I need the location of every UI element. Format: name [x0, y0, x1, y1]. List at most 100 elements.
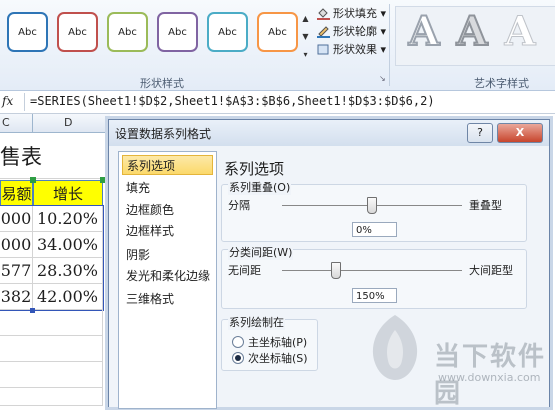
dropdown-arrow-icon: ▾	[380, 6, 387, 20]
table-cell[interactable]: 000	[0, 206, 33, 232]
nav-item-border-style[interactable]: 边框样式	[122, 221, 213, 241]
sheet-title-cell[interactable]: 售表	[0, 133, 108, 179]
column-header-row: C D	[0, 114, 110, 133]
table-cell[interactable]	[0, 388, 103, 406]
column-header-c[interactable]: C	[2, 116, 10, 129]
shape-effects-label: 形状效果	[333, 43, 377, 56]
dialog-launcher-icon[interactable]: ↘	[379, 74, 386, 83]
help-icon: ?	[477, 126, 483, 139]
dialog-title: 设置数据系列格式	[115, 127, 212, 141]
shape-style-4[interactable]: Abc	[157, 12, 198, 52]
primary-axis-label: 主坐标轴(P)	[248, 336, 308, 349]
close-button[interactable]: X	[497, 123, 543, 143]
nav-item-fill[interactable]: 填充	[122, 178, 213, 198]
gap-value-input[interactable]: 150%	[352, 288, 397, 303]
nav-item-label: 边框颜色	[126, 203, 175, 217]
shape-style-label: Abc	[118, 26, 137, 38]
nav-item-shadow[interactable]: 阴影	[122, 245, 213, 265]
pencil-icon	[317, 25, 330, 38]
ribbon: Abc Abc Abc Abc Abc Abc ▲ ▼ ▾ 形状填充 ▾ 形状轮…	[0, 0, 555, 91]
wordart-letter: A	[407, 8, 440, 55]
group-label-wordart-styles: 艺术字样式	[474, 77, 529, 90]
help-button[interactable]: ?	[467, 123, 493, 143]
formula-input[interactable]: =SERIES(Sheet1!$D$2,Sheet1!$A$3:$B$6,She…	[30, 94, 435, 108]
gallery-down-icon[interactable]: ▼	[299, 28, 312, 45]
gallery-more-icon[interactable]: ▾	[299, 46, 312, 63]
gap-slider-track	[282, 270, 462, 271]
shape-style-label: Abc	[68, 26, 87, 38]
shape-style-1[interactable]: Abc	[7, 12, 48, 52]
gap-min-label: 无间距	[228, 264, 261, 277]
shape-style-label: Abc	[218, 26, 237, 38]
insert-function-icon[interactable]: fx	[2, 94, 24, 110]
gallery-up-icon[interactable]: ▲	[299, 10, 312, 27]
nav-item-label: 边框样式	[126, 224, 175, 238]
shape-outline-label: 形状轮廓	[333, 25, 377, 38]
nav-item-border-color[interactable]: 边框颜色	[122, 200, 213, 220]
column-header-d[interactable]: D	[64, 116, 72, 129]
nav-item-label: 发光和柔化边缘	[126, 269, 211, 283]
nav-item-label: 三维格式	[126, 292, 175, 306]
nav-item-glow-soft-edges[interactable]: 发光和柔化边缘	[122, 266, 213, 286]
shape-style-3[interactable]: Abc	[107, 12, 148, 52]
overlap-max-label: 重叠型	[469, 199, 502, 212]
range-handle[interactable]	[100, 177, 106, 183]
shape-style-2[interactable]: Abc	[57, 12, 98, 52]
wordart-letter: A	[504, 8, 536, 55]
gap-width-slider[interactable]	[331, 262, 341, 279]
wordart-style-1[interactable]: A	[404, 8, 444, 55]
shape-fill-label: 形状填充	[333, 7, 377, 20]
column-divider	[32, 114, 33, 132]
nav-item-3d-format[interactable]: 三维格式	[122, 289, 213, 309]
shape-style-6[interactable]: Abc	[257, 12, 298, 52]
formula-bar: fx =SERIES(Sheet1!$D$2,Sheet1!$A$3:$B$6,…	[0, 91, 555, 114]
gap-width-group: 分类间距(W) 无间距 大间距型 150%	[221, 244, 527, 309]
series-overlap-group: 系列重叠(O) 分隔 重叠型 0%	[221, 179, 527, 242]
shape-fill-button[interactable]: 形状填充 ▾	[317, 4, 386, 22]
primary-axis-radio[interactable]	[232, 336, 244, 348]
series-overlap-legend: 系列重叠(O)	[228, 179, 292, 195]
shape-effects-icon	[317, 43, 330, 56]
shape-style-label: Abc	[268, 26, 287, 38]
wordart-style-3[interactable]: A	[500, 8, 540, 55]
overlap-value-input[interactable]: 0%	[352, 222, 397, 237]
table-cell[interactable]: 34.00%	[33, 232, 103, 258]
dialog-titlebar[interactable]: 设置数据系列格式 ? X	[109, 120, 549, 146]
shape-outline-button[interactable]: 形状轮廓 ▾	[317, 22, 386, 40]
table-cell[interactable]: 577	[0, 258, 33, 284]
shape-style-label: Abc	[168, 26, 187, 38]
dropdown-arrow-icon: ▾	[380, 24, 387, 38]
shape-style-label: Abc	[18, 26, 37, 38]
table-cell[interactable]: 28.30%	[33, 258, 103, 284]
paint-bucket-icon	[317, 7, 330, 20]
header-cell-d[interactable]: 增长	[33, 180, 103, 206]
header-cell-c[interactable]: 易额	[0, 180, 33, 206]
shape-style-5[interactable]: Abc	[207, 12, 248, 52]
table-cell[interactable]	[0, 310, 103, 336]
close-icon: X	[515, 126, 525, 139]
watermark-url: www.downxia.com	[438, 371, 541, 384]
divider	[24, 93, 25, 111]
table-cell[interactable]: 42.00%	[33, 284, 103, 310]
table-cell[interactable]	[0, 362, 103, 388]
table-cell[interactable]	[0, 336, 103, 362]
dropdown-arrow-icon: ▾	[380, 42, 387, 56]
shape-effects-button[interactable]: 形状效果 ▾	[317, 40, 386, 58]
plot-series-on-group: 系列绘制在 主坐标轴(P) 次坐标轴(S)	[221, 314, 318, 371]
nav-item-label: 填充	[126, 181, 151, 195]
secondary-axis-label: 次坐标轴(S)	[248, 352, 308, 365]
category-list: 系列选项 填充 边框颜色 边框样式 阴影 发光和柔化边缘 三维格式	[118, 151, 217, 409]
plot-series-on-legend: 系列绘制在	[228, 314, 285, 330]
table-cell[interactable]: 382	[0, 284, 33, 310]
group-label-shape-styles: 形状样式	[140, 77, 184, 90]
table-cell[interactable]: 000	[0, 232, 33, 258]
nav-item-series-options[interactable]: 系列选项	[122, 155, 213, 175]
watermark-logo-icon	[365, 312, 425, 382]
gap-width-legend: 分类间距(W)	[228, 244, 294, 260]
table-cell[interactable]: 10.20%	[33, 206, 103, 232]
secondary-axis-radio[interactable]	[232, 352, 244, 364]
nav-item-label: 阴影	[126, 248, 151, 262]
overlap-slider[interactable]	[367, 197, 377, 214]
range-handle[interactable]	[30, 177, 36, 183]
wordart-style-2[interactable]: A	[452, 9, 492, 55]
